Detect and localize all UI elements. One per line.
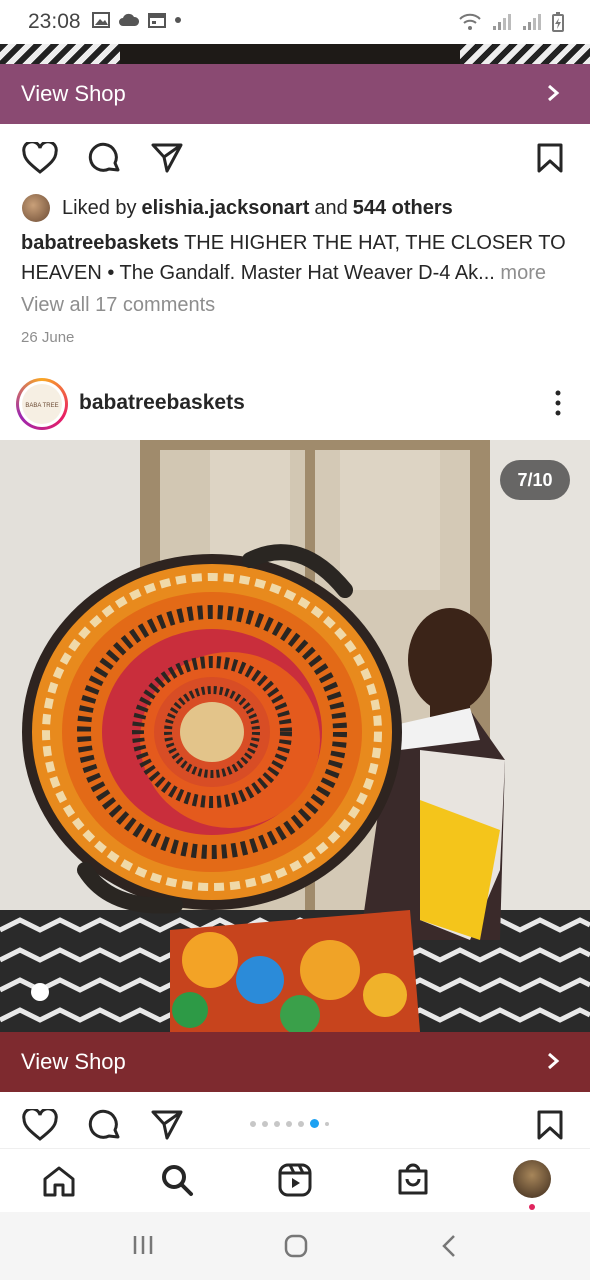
post-image[interactable]	[0, 440, 590, 1032]
liked-others[interactable]: 544 others	[353, 197, 453, 220]
status-bar: 23:08	[0, 0, 590, 44]
post-username[interactable]: babatreebaskets	[79, 391, 245, 415]
caption-username[interactable]: babatreebaskets	[21, 232, 179, 254]
carousel-dot	[286, 1120, 292, 1127]
carousel-dot	[274, 1120, 280, 1127]
carousel-dot	[262, 1120, 268, 1127]
post-date: 26 June	[21, 329, 75, 346]
search-icon[interactable]	[160, 1163, 194, 1197]
more-options-icon[interactable]	[548, 388, 568, 418]
dot-icon	[175, 17, 181, 23]
like-heart-icon[interactable]	[22, 142, 58, 174]
back-icon[interactable]	[440, 1234, 460, 1258]
calendar-icon	[148, 13, 166, 28]
shop-icon[interactable]	[396, 1161, 430, 1197]
share-icon[interactable]	[150, 1109, 184, 1141]
view-shop-button[interactable]: View Shop	[0, 1032, 590, 1092]
liked-prefix: Liked by	[62, 196, 137, 219]
recents-icon[interactable]	[132, 1234, 154, 1256]
like-heart-icon[interactable]	[22, 1109, 58, 1141]
comment-icon[interactable]	[88, 142, 122, 176]
home-icon[interactable]	[42, 1165, 76, 1197]
view-shop-button[interactable]: View Shop	[0, 64, 590, 124]
image-counter-badge: 7/10	[500, 460, 570, 500]
post1-actions	[0, 128, 590, 188]
liker-avatar	[22, 194, 50, 222]
comment-icon[interactable]	[88, 1109, 122, 1143]
profile-avatar[interactable]	[513, 1160, 551, 1198]
carousel-dot-active	[310, 1119, 319, 1128]
status-time: 23:08	[28, 10, 81, 33]
carousel-dot	[298, 1120, 304, 1127]
signal-icon	[523, 14, 541, 30]
system-nav-bar	[0, 1212, 590, 1280]
basket-photo	[0, 440, 590, 1032]
chevron-right-icon	[546, 1047, 560, 1078]
likes-summary[interactable]: Liked by elishia.jacksonart and 544 othe…	[22, 194, 458, 222]
home-circle-icon[interactable]	[284, 1234, 308, 1258]
liked-user[interactable]: elishia.jacksonart	[142, 197, 310, 220]
cloud-icon	[119, 13, 140, 26]
bookmark-icon[interactable]	[536, 1109, 564, 1141]
signal-icon	[493, 14, 511, 30]
post-image-top[interactable]	[0, 44, 590, 64]
view-comments-link[interactable]: View all 17 comments	[21, 294, 215, 317]
caption-more-link[interactable]: more	[500, 262, 546, 284]
avatar[interactable]: BABA TREE	[22, 384, 62, 424]
carousel-indicator	[250, 1119, 329, 1128]
reels-icon[interactable]	[278, 1163, 312, 1197]
post-caption: babatreebaskets THE HIGHER THE HAT, THE …	[21, 228, 571, 288]
chevron-right-icon	[546, 79, 560, 110]
carousel-dot	[325, 1121, 329, 1126]
avatar-logo-text: BABA TREE	[25, 403, 59, 409]
bookmark-icon[interactable]	[536, 142, 564, 174]
view-shop-label: View Shop	[21, 1049, 126, 1074]
wifi-icon	[459, 13, 481, 30]
gallery-icon	[92, 12, 110, 28]
notification-dot	[529, 1204, 535, 1210]
share-icon[interactable]	[150, 142, 184, 174]
battery-charging-icon	[552, 12, 564, 32]
carousel-dot	[250, 1120, 256, 1127]
status-notification-icons	[92, 12, 182, 28]
status-system-icons	[458, 12, 564, 32]
liked-and: and	[314, 196, 348, 219]
bottom-nav	[0, 1148, 590, 1213]
view-shop-label: View Shop	[21, 81, 126, 106]
